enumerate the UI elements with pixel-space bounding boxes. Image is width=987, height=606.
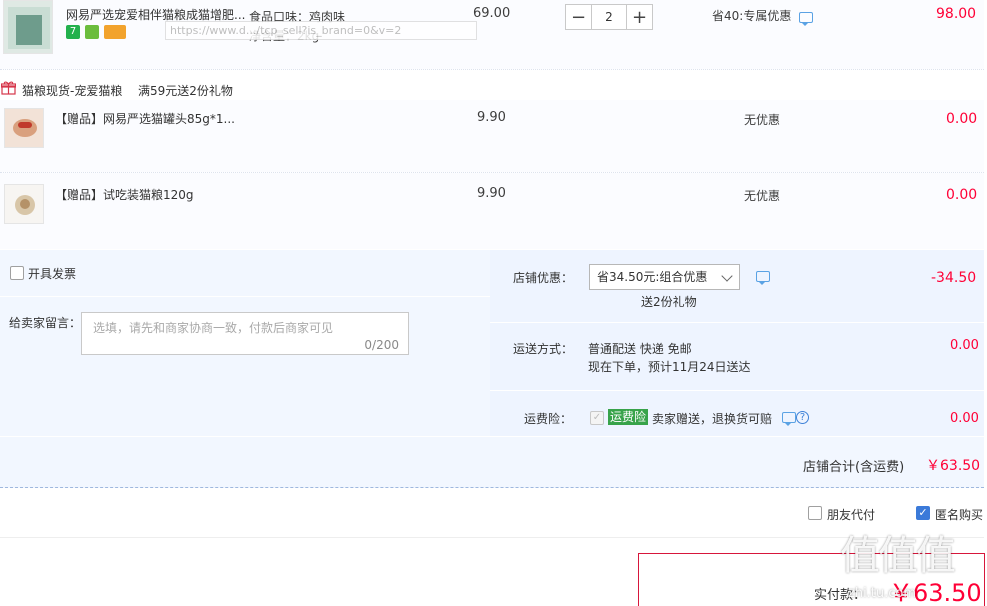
shipping-insurance-tag: 运费险 bbox=[608, 409, 649, 425]
shipping-insurance-amount: 0.00 bbox=[950, 411, 979, 426]
divider bbox=[490, 390, 984, 391]
friend-pay-checkbox[interactable] bbox=[808, 506, 822, 520]
shipping-insurance-label: 运费险： bbox=[524, 412, 573, 426]
delivery-method[interactable]: 普通配送 快递 免邮 bbox=[588, 340, 692, 357]
shop-discount-select[interactable]: 省34.50元:组合优惠 bbox=[589, 264, 740, 290]
shield-badge-icon bbox=[85, 25, 99, 39]
gift-price: 9.90 bbox=[477, 186, 506, 201]
gift-promo-label: 猫粮现货-宠爱猫粮 bbox=[22, 84, 123, 98]
credit-card-icon bbox=[104, 25, 126, 39]
shop-discount-amount: -34.50 bbox=[931, 270, 977, 286]
watermark-site: zhi.tu.com bbox=[848, 586, 917, 601]
quantity-input[interactable]: 2 bbox=[592, 4, 626, 30]
order-confirm-page: 网易严选宠爱相伴猫粮成猫增肥... 7 食品口味：鸡肉味 净含量：2kg htt… bbox=[0, 0, 987, 606]
divider bbox=[0, 69, 984, 70]
watermark-logo: 值值值 bbox=[840, 533, 956, 579]
gift-row bbox=[0, 173, 984, 249]
anonymous-label[interactable]: 匿名购买 bbox=[935, 506, 983, 523]
invoice-label[interactable]: 开具发票 bbox=[28, 265, 76, 282]
gift-title[interactable]: 【赠品】网易严选猫罐头85g*1... bbox=[55, 110, 235, 127]
gift-price: 9.90 bbox=[477, 110, 506, 125]
divider bbox=[0, 296, 490, 297]
shop-total-label: 店铺合计(含运费) bbox=[803, 460, 905, 475]
quantity-increase-button[interactable]: + bbox=[626, 4, 653, 30]
anonymous-checkbox[interactable]: ✓ bbox=[916, 506, 930, 520]
delivery-amount: 0.00 bbox=[950, 338, 979, 353]
shop-discount-sub: 送2份礼物 bbox=[641, 295, 697, 309]
message-label: 给卖家留言： bbox=[9, 316, 82, 330]
chat-icon[interactable] bbox=[782, 412, 796, 426]
delivery-label: 运送方式： bbox=[513, 342, 574, 356]
gift-icon bbox=[0, 81, 17, 95]
gift-discount: 无优惠 bbox=[744, 189, 781, 203]
shop-discount-label: 店铺优惠： bbox=[513, 271, 574, 285]
quantity-decrease-button[interactable]: − bbox=[565, 4, 592, 30]
divider bbox=[490, 322, 984, 323]
gift-total: 0.00 bbox=[946, 111, 978, 127]
seven-day-return-icon: 7 bbox=[66, 25, 80, 39]
friend-pay-label[interactable]: 朋友代付 bbox=[827, 506, 875, 523]
divider bbox=[0, 436, 984, 437]
seller-message-textarea[interactable]: 选填，请先和商家协商一致，付款后商家可见 0/200 bbox=[81, 312, 409, 355]
gift-discount: 无优惠 bbox=[744, 113, 781, 127]
shop-total-amount: ￥63.50 bbox=[926, 458, 981, 474]
chat-icon[interactable] bbox=[799, 12, 813, 26]
shop-discount-selected: 省34.50元:组合优惠 bbox=[597, 270, 708, 284]
gift-thumbnail[interactable] bbox=[4, 184, 44, 224]
gift-promo-rule: 满59元送2份礼物 bbox=[138, 84, 233, 98]
message-counter: 0/200 bbox=[364, 338, 399, 352]
help-icon[interactable]: ? bbox=[796, 411, 809, 424]
invoice-checkbox[interactable] bbox=[10, 266, 24, 280]
divider bbox=[0, 537, 984, 538]
main-item-discount: 省40:专属优惠 bbox=[712, 9, 792, 23]
message-placeholder: 选填，请先和商家协商一致，付款后商家可见 bbox=[93, 321, 334, 335]
chat-icon[interactable] bbox=[756, 271, 770, 285]
gift-total: 0.00 bbox=[946, 187, 978, 203]
main-item-thumbnail[interactable] bbox=[3, 0, 53, 54]
main-item-total: 98.00 bbox=[936, 6, 977, 22]
chevron-down-icon bbox=[721, 270, 733, 282]
delivery-eta: 现在下单，预计11月24日送达 bbox=[588, 360, 751, 374]
main-item-price: 69.00 bbox=[473, 6, 511, 21]
url-tooltip: https://www.d.../tcp_sell?is_brand=0&v=2 bbox=[165, 21, 477, 40]
gift-title[interactable]: 【赠品】试吃装猫粮120g bbox=[55, 186, 194, 203]
shipping-insurance-checkbox[interactable]: ✓ bbox=[590, 411, 604, 425]
shipping-insurance-desc: 卖家赠送，退换货可赔 bbox=[652, 412, 773, 426]
gift-thumbnail[interactable] bbox=[4, 108, 44, 148]
